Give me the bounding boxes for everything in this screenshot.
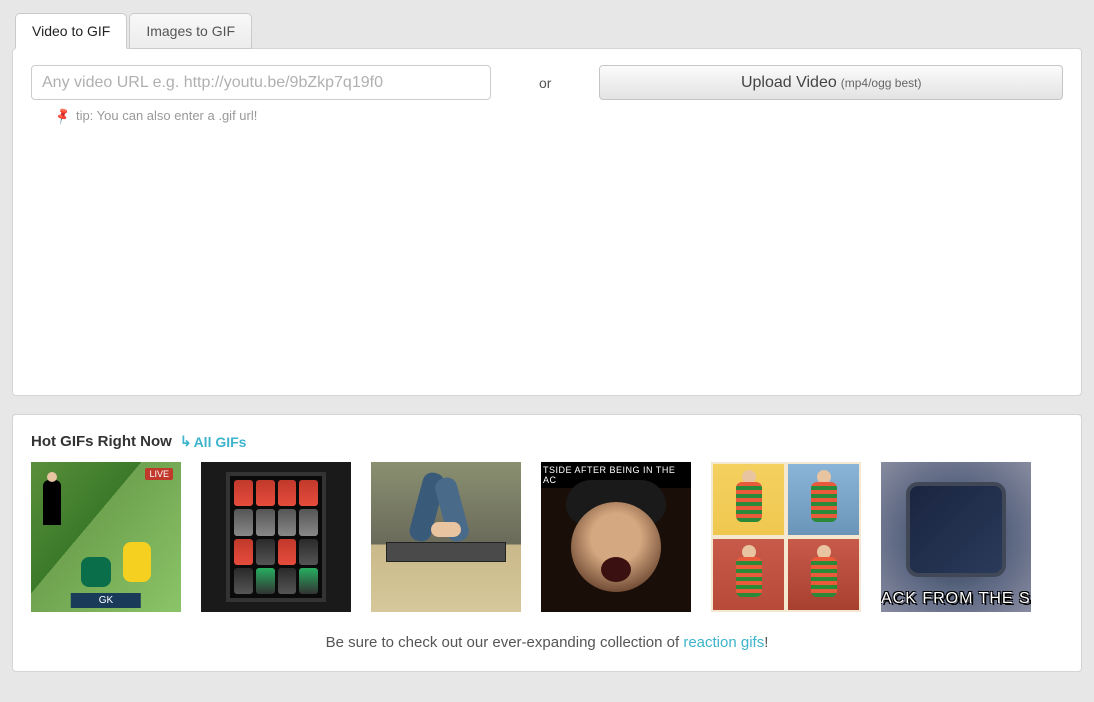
gif-caption: ACK FROM THE SAT	[881, 590, 1031, 608]
reaction-gifs-link[interactable]: reaction gifs	[683, 634, 764, 651]
thumbnail-row: TSIDE AFTER BEING IN THE AC ACK FROM THE…	[31, 462, 1063, 612]
hot-gifs-panel: Hot GIFs Right Now ↳All GIFs TSIDE AFTER…	[12, 414, 1082, 672]
gif-thumbnail[interactable]: ACK FROM THE SAT	[881, 462, 1031, 612]
main-panel: or Upload Video (mp4/ogg best) 📌 tip: Yo…	[12, 48, 1082, 396]
footer-text: Be sure to check out our ever-expanding …	[31, 634, 1063, 651]
arrow-icon: ↳	[180, 433, 192, 450]
video-url-input[interactable]	[31, 65, 491, 100]
upload-video-button[interactable]: Upload Video (mp4/ogg best)	[599, 65, 1063, 100]
footer-prefix: Be sure to check out our ever-expanding …	[326, 634, 684, 651]
gif-thumbnail[interactable]: TSIDE AFTER BEING IN THE AC	[541, 462, 691, 612]
tab-video-to-gif[interactable]: Video to GIF	[15, 13, 127, 49]
tip-row: 📌 tip: You can also enter a .gif url!	[55, 108, 1063, 123]
gif-thumbnail[interactable]	[371, 462, 521, 612]
tip-text: tip: You can also enter a .gif url!	[76, 108, 257, 123]
all-gifs-label: All GIFs	[194, 434, 247, 450]
gif-thumbnail[interactable]	[711, 462, 861, 612]
tab-bar: Video to GIF Images to GIF	[15, 13, 1082, 49]
all-gifs-link[interactable]: ↳All GIFs	[180, 433, 247, 450]
input-row: or Upload Video (mp4/ogg best)	[31, 65, 1063, 100]
tab-images-to-gif[interactable]: Images to GIF	[129, 13, 252, 49]
gif-thumbnail[interactable]	[31, 462, 181, 612]
hot-gifs-title: Hot GIFs Right Now	[31, 433, 172, 450]
or-separator: or	[491, 75, 599, 91]
upload-button-hint: (mp4/ogg best)	[841, 76, 922, 90]
pin-icon: 📌	[53, 106, 73, 126]
footer-suffix: !	[764, 634, 768, 651]
upload-button-label: Upload Video	[741, 74, 837, 92]
hot-header: Hot GIFs Right Now ↳All GIFs	[31, 433, 1063, 450]
gif-thumbnail[interactable]	[201, 462, 351, 612]
